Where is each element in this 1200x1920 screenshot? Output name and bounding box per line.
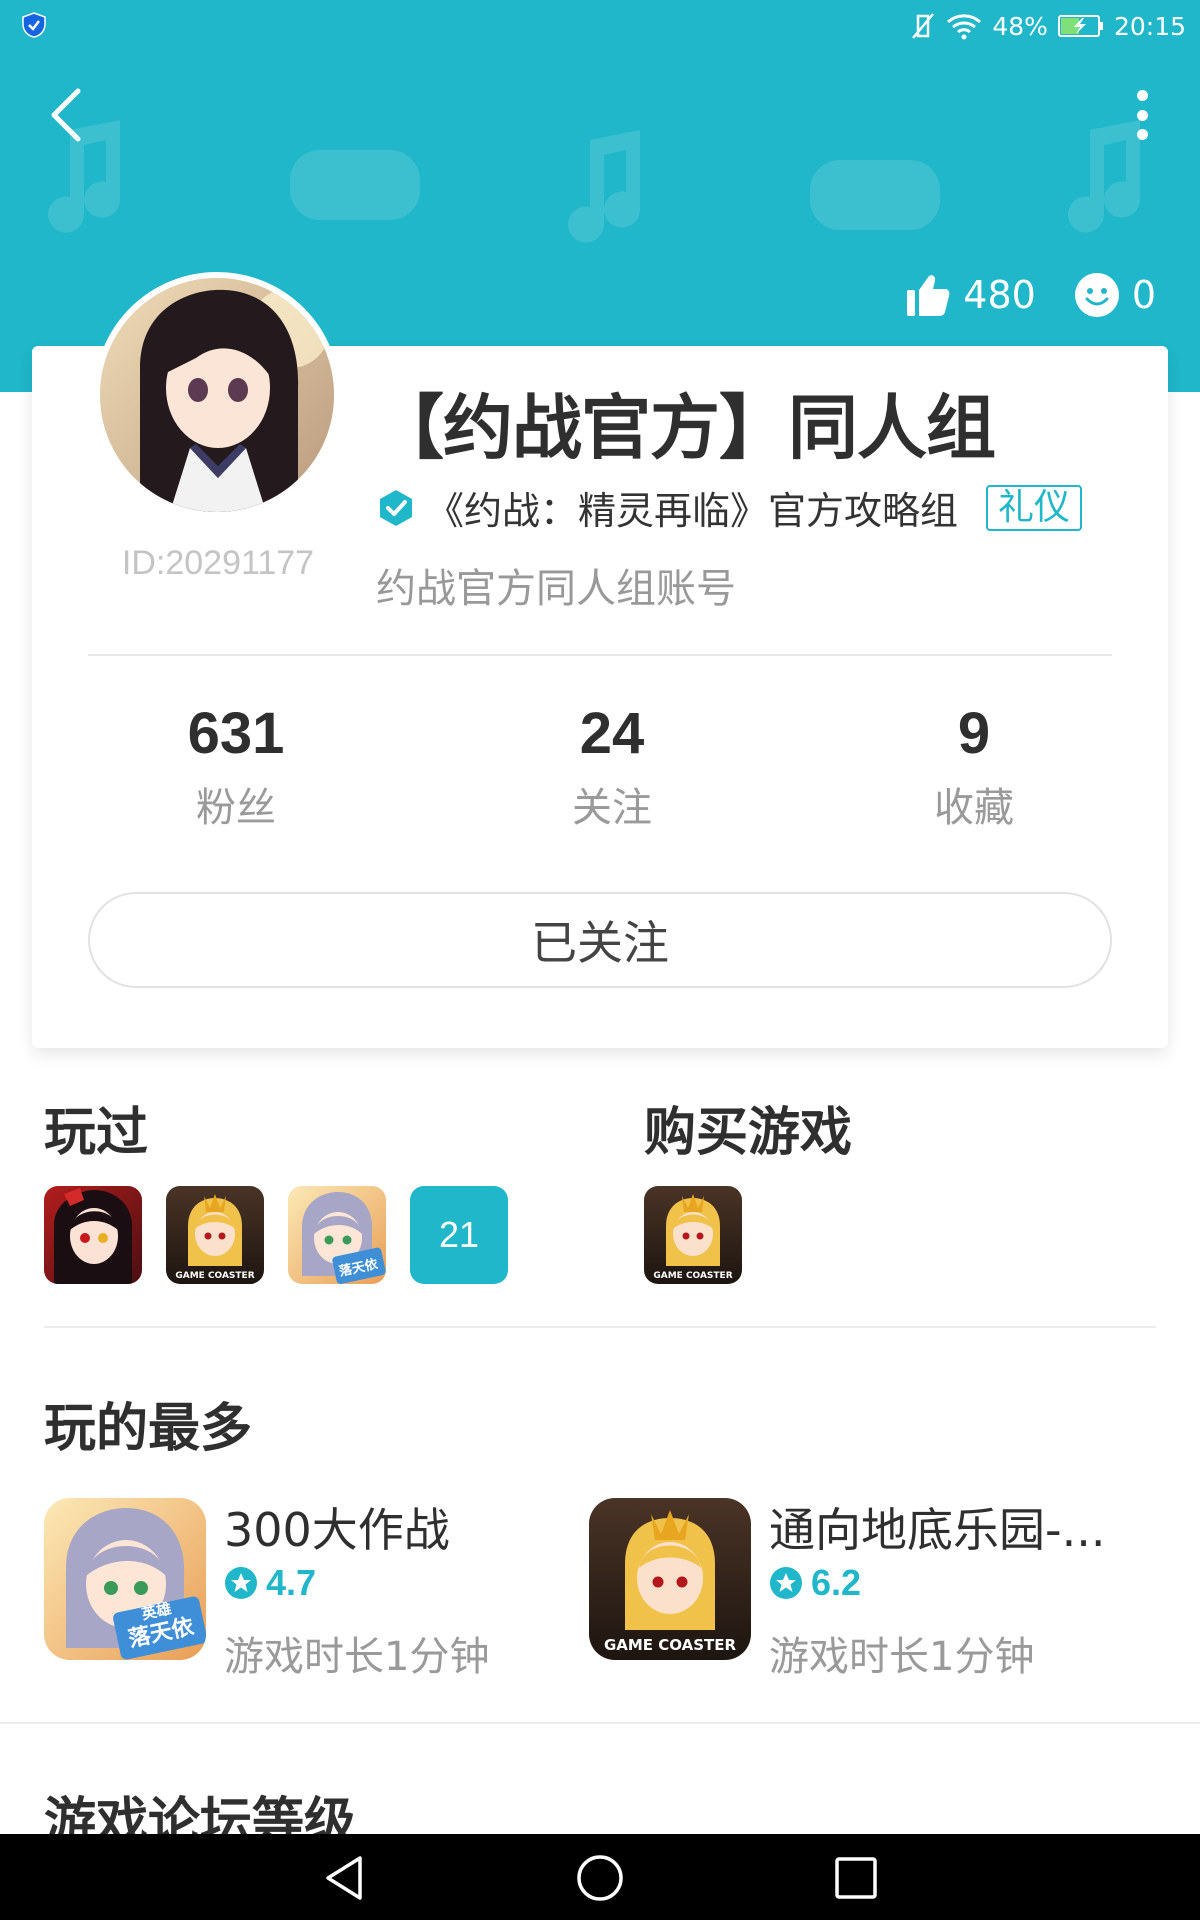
game-name: 300大作战	[224, 1503, 450, 1557]
played-game-icon[interactable]	[44, 1186, 142, 1284]
certification-row: 《约战：精灵再临》官方攻略组 礼仪	[378, 480, 1083, 535]
profile-name: 【约战官方】同人组	[374, 387, 996, 469]
user-id: ID:20291177	[121, 544, 315, 582]
game-playtime: 游戏时长1分钟	[769, 1634, 1035, 1680]
more-dot	[1136, 109, 1148, 121]
most-played-game-card[interactable]: GAME COASTER 通向地底乐园-... 6.2 游戏时长1分钟	[589, 1498, 1129, 1680]
game-thumbnail: GAME COASTER	[166, 1186, 264, 1284]
game-thumbnail-caption: GAME COASTER	[653, 1271, 732, 1281]
more-dot	[1136, 90, 1148, 101]
nav-recents-button[interactable]	[830, 1852, 882, 1904]
profile-description: 约战官方同人组账号	[376, 566, 736, 612]
game-rating-value: 4.7	[266, 1562, 317, 1603]
gamepad-icon	[810, 160, 940, 230]
bought-game-icon[interactable]: GAME COASTER	[644, 1186, 742, 1284]
shield-icon	[22, 12, 46, 38]
played-more-badge[interactable]: 21	[410, 1186, 508, 1284]
avatar[interactable]	[94, 272, 340, 518]
gamepad-icon	[290, 150, 420, 220]
game-rating: 6.2	[769, 1562, 861, 1604]
game-rating-value: 6.2	[811, 1562, 862, 1603]
square-recents-icon	[835, 1857, 877, 1899]
stat-following[interactable]: 24 关注	[502, 700, 722, 833]
stat-favorites-count: 9	[957, 701, 991, 766]
game-name: 通向地底乐园-...	[769, 1503, 1106, 1557]
stat-following-count: 24	[579, 701, 645, 766]
system-nav-bar	[0, 1834, 1200, 1920]
most-played-game-card[interactable]: 英雄 落天依 300大作战 4.7 游戏时长1分钟	[44, 1498, 584, 1680]
section-divider	[44, 1326, 1156, 1328]
like-count: 480	[963, 273, 1036, 317]
played-title: 玩过	[44, 1103, 149, 1163]
game-thumbnail-caption: GAME COASTER	[175, 1271, 254, 1281]
status-bar: 48% 20:15	[0, 0, 1200, 52]
most-played-title: 玩的最多	[44, 1399, 253, 1459]
game-rating: 4.7	[224, 1562, 316, 1604]
nav-home-button[interactable]	[574, 1852, 626, 1904]
stat-fans[interactable]: 631 粉丝	[126, 700, 346, 833]
triangle-back-icon	[326, 1856, 362, 1900]
star-badge-icon	[225, 1567, 257, 1599]
game-thumbnail	[44, 1186, 142, 1284]
stat-fans-count: 631	[187, 701, 285, 766]
star-badge-icon	[770, 1567, 802, 1599]
profile-tag[interactable]: 礼仪	[986, 484, 1083, 531]
game-icon: 英雄 落天依	[44, 1498, 206, 1660]
game-thumbnail: GAME COASTER	[644, 1186, 742, 1284]
section-divider	[0, 1722, 1200, 1724]
avatar-image	[100, 278, 334, 512]
battery-charging-icon	[1057, 15, 1103, 37]
back-button[interactable]	[40, 84, 90, 146]
battery-percent: 48%	[992, 11, 1048, 41]
reaction-stats: 480 0	[905, 272, 1156, 318]
thumbs-up-icon	[907, 275, 950, 316]
game-playtime: 游戏时长1分钟	[224, 1634, 490, 1680]
game-thumbnail: 英雄 落天依	[44, 1498, 206, 1660]
circle-home-icon	[577, 1855, 623, 1901]
music-note-icon	[568, 130, 640, 243]
clock: 20:15	[1113, 11, 1186, 41]
nav-back-button[interactable]	[318, 1852, 370, 1904]
smile-count-group[interactable]: 0	[1074, 272, 1156, 318]
game-icon: GAME COASTER	[589, 1498, 751, 1660]
follow-button[interactable]: 已关注	[88, 892, 1112, 988]
played-game-icon[interactable]: GAME COASTER	[166, 1186, 264, 1284]
more-options-button[interactable]	[1122, 84, 1162, 146]
stat-favorites[interactable]: 9 收藏	[864, 700, 1084, 833]
wifi-icon	[947, 14, 982, 40]
verified-badge-icon	[380, 489, 412, 526]
game-thumbnail: 落天依	[288, 1186, 386, 1284]
like-count-group[interactable]: 480	[905, 272, 1036, 318]
bought-title: 购买游戏	[644, 1103, 853, 1163]
stat-favorites-label: 收藏	[934, 785, 1014, 831]
vibrate-off-icon	[912, 13, 935, 39]
smile-icon	[1074, 273, 1119, 317]
game-thumbnail: GAME COASTER	[589, 1498, 751, 1660]
game-thumbnail-caption: GAME COASTER	[604, 1636, 737, 1654]
smile-count: 0	[1131, 273, 1156, 317]
stat-following-label: 关注	[572, 785, 652, 831]
stat-fans-label: 粉丝	[196, 785, 276, 831]
card-divider	[88, 654, 1112, 656]
more-dot	[1136, 129, 1148, 140]
certification-text: 《约战：精灵再临》官方攻略组	[426, 489, 959, 533]
chevron-left-icon	[51, 88, 81, 142]
played-game-icon[interactable]: 落天依	[288, 1186, 386, 1284]
